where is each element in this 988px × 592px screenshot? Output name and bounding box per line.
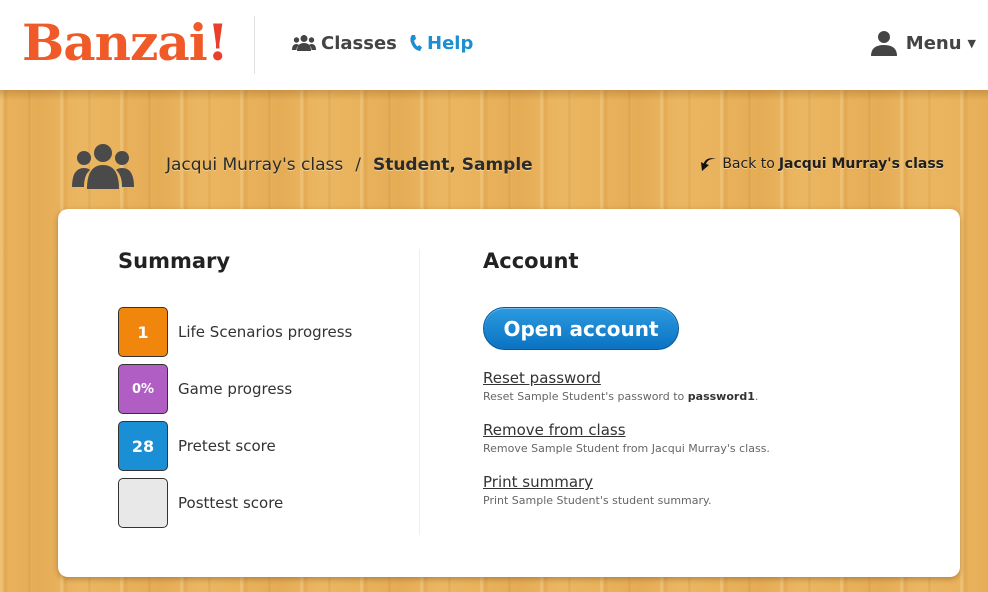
- users-icon: [292, 35, 316, 51]
- stat-value-box: [118, 478, 168, 528]
- print-summary-action: Print summary Print Sample Student's stu…: [483, 473, 711, 507]
- print-summary-link[interactable]: Print summary: [483, 473, 711, 491]
- stat-value-box: 28: [118, 421, 168, 471]
- student-card: Summary 1 Life Scenarios progress 0% Gam…: [58, 209, 960, 577]
- stat-value: 28: [131, 436, 155, 456]
- banzai-logo[interactable]: Banzai!: [22, 10, 229, 76]
- nav-help[interactable]: Help: [409, 30, 473, 56]
- reset-password-action: Reset password Reset Sample Student's pa…: [483, 369, 758, 403]
- back-prefix: Back to: [722, 156, 775, 172]
- breadcrumb-separator: /: [355, 155, 361, 175]
- reset-password-desc: Reset Sample Student's password to passw…: [483, 390, 758, 403]
- column-divider: [419, 249, 420, 535]
- stat-value: 0%: [131, 381, 155, 397]
- breadcrumb: Jacqui Murray's class / Student, Sample: [166, 152, 533, 178]
- chevron-down-icon: ▼: [967, 36, 976, 50]
- stat-label: Pretest score: [178, 437, 276, 455]
- back-arrow-icon: [701, 157, 717, 171]
- logo-text: Banzai: [22, 13, 208, 72]
- stat-label: Life Scenarios progress: [178, 323, 353, 341]
- nav-classes[interactable]: Classes: [292, 30, 397, 56]
- stat-game-progress: 0% Game progress: [118, 364, 292, 414]
- breadcrumb-current: Student, Sample: [372, 155, 533, 175]
- stat-label: Posttest score: [178, 494, 284, 512]
- logo-divider: [254, 16, 255, 74]
- print-summary-desc: Print Sample Student's student summary.: [483, 494, 712, 507]
- stat-label: Game progress: [178, 380, 293, 398]
- top-bar: Banzai! Classes Help Menu ▼: [0, 0, 988, 90]
- menu-label: Menu: [905, 32, 962, 54]
- remove-from-class-link[interactable]: Remove from class: [483, 421, 770, 439]
- stat-value-box: 1: [118, 307, 168, 357]
- stat-posttest: Posttest score: [118, 478, 283, 528]
- stat-value-box: 0%: [118, 364, 168, 414]
- stat-pretest: 28 Pretest score: [118, 421, 276, 471]
- reset-password-link[interactable]: Reset password: [483, 369, 758, 387]
- back-to-class-link[interactable]: Back to Jacqui Murray's class: [700, 152, 944, 176]
- group-icon: [72, 144, 134, 189]
- remove-from-class-action: Remove from class Remove Sample Student …: [483, 421, 770, 455]
- phone-icon: [410, 35, 422, 51]
- nav-help-label: Help: [427, 32, 474, 54]
- reset-password-desc-text: Reset Sample Student's password to: [483, 390, 688, 403]
- stat-value: 1: [137, 322, 149, 342]
- back-target: Jacqui Murray's class: [778, 156, 944, 172]
- open-account-button[interactable]: Open account: [483, 307, 679, 350]
- summary-title: Summary: [118, 249, 231, 273]
- account-title: Account: [483, 249, 579, 273]
- menu-button[interactable]: Menu ▼: [870, 28, 976, 58]
- user-icon: [870, 31, 897, 56]
- reset-password-desc-tail: .: [754, 390, 759, 403]
- stat-life-scenarios: 1 Life Scenarios progress: [118, 307, 352, 357]
- remove-from-class-desc: Remove Sample Student from Jacqui Murray…: [483, 442, 770, 455]
- nav-classes-label: Classes: [321, 32, 397, 54]
- breadcrumb-class-link[interactable]: Jacqui Murray's class: [166, 155, 343, 175]
- logo-mark: !: [206, 13, 229, 72]
- default-password: password1: [687, 390, 755, 403]
